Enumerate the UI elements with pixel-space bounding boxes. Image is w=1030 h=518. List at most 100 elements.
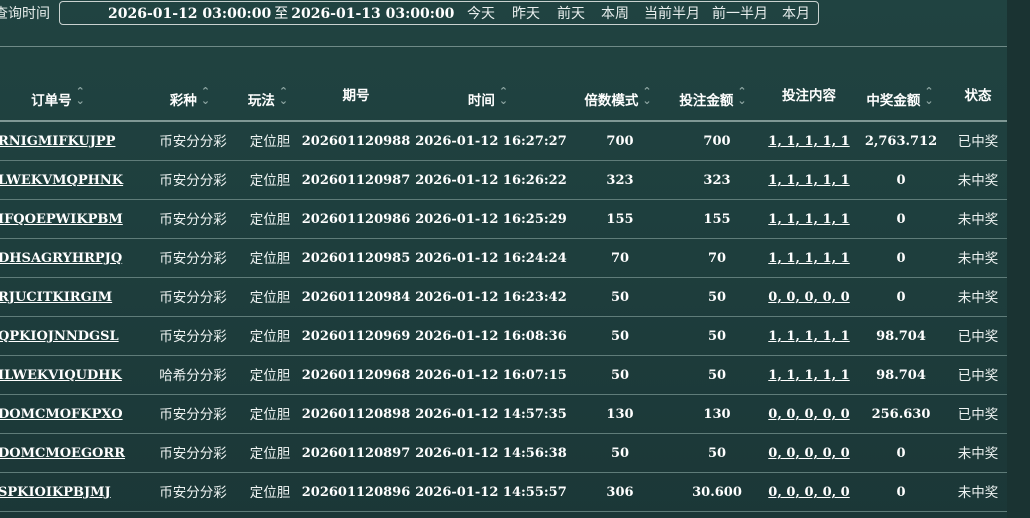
header-order-no[interactable]: 订单号⌃ ⌄ bbox=[31, 86, 85, 110]
order-no-link[interactable]: RNIGMIFKUJPP bbox=[0, 133, 115, 151]
multiple-cell: 50 bbox=[610, 368, 630, 383]
win-amount-cell: 98.704 bbox=[876, 329, 926, 344]
order-no-link[interactable]: DOMCMOFKPXO bbox=[0, 406, 123, 424]
header-label: 倍数模式 bbox=[584, 93, 639, 109]
bet-content-link[interactable]: 1, 1, 1, 1, 1 bbox=[768, 172, 849, 190]
issue-cell: 202601120988 bbox=[301, 134, 411, 149]
quick-today-button[interactable]: 今天 bbox=[467, 5, 495, 23]
quick-this-month-button[interactable]: 本月 bbox=[782, 5, 810, 23]
header-multiple[interactable]: 倍数模式⌃ ⌄ bbox=[584, 86, 651, 110]
multiple-cell: 306 bbox=[606, 485, 634, 500]
order-no-link[interactable]: IFQOEPWIKPBM bbox=[0, 211, 123, 229]
bet-content-link[interactable]: 0, 0, 0, 0, 0 bbox=[768, 406, 849, 424]
multiple-cell: 700 bbox=[606, 134, 634, 149]
bet-amount-cell: 70 bbox=[707, 251, 727, 266]
bet-content-link[interactable]: 0, 0, 0, 0, 0 bbox=[768, 289, 849, 307]
header-win-amount[interactable]: 中奖金额⌃ ⌄ bbox=[866, 86, 933, 110]
bet-content-link[interactable]: 0, 0, 0, 0, 0 bbox=[768, 484, 849, 502]
order-no-link[interactable]: QPKIOJNNDGSL bbox=[0, 328, 119, 346]
sort-icon[interactable]: ⌃ ⌄ bbox=[279, 86, 288, 106]
time-cell: 2026-01-12 16:24:24 bbox=[415, 251, 567, 266]
sort-icon[interactable]: ⌃ ⌄ bbox=[76, 86, 85, 106]
time-cell: 2026-01-12 14:55:57 bbox=[415, 485, 567, 500]
header-bet-content: 投注内容 bbox=[782, 87, 836, 105]
date-range-picker[interactable]: 2026-01-12 03:00:00 至 2026-01-13 03:00:00 … bbox=[59, 1, 819, 25]
sort-icon[interactable]: ⌃ ⌄ bbox=[737, 86, 746, 106]
bet-content-link[interactable]: 1, 1, 1, 1, 1 bbox=[768, 133, 849, 151]
header-bet-amount[interactable]: 投注金额⌃ ⌄ bbox=[679, 86, 746, 110]
table-row: DHSAGRYHRPJQ 币安分分彩 定位胆 202601120985 2026-01-… bbox=[0, 239, 1007, 278]
issue-cell: 202601120897 bbox=[301, 446, 411, 461]
multiple-cell: 323 bbox=[606, 173, 634, 188]
date-filter-toolbar: 查询时间 2026-01-12 03:00:00 至 2026-01-13 03:0… bbox=[0, 0, 1007, 47]
issue-cell: 202601120969 bbox=[301, 329, 411, 344]
lottery-cell: 哈希分分彩 bbox=[159, 368, 227, 384]
issue-cell: 202601120898 bbox=[301, 407, 411, 422]
bet-content-link[interactable]: 0, 0, 0, 0, 0 bbox=[768, 445, 849, 463]
quick-yesterday-button[interactable]: 昨天 bbox=[512, 5, 540, 23]
win-amount-cell: 0 bbox=[896, 290, 906, 305]
order-no-link[interactable]: SPKIOIKPBJMJ bbox=[0, 484, 111, 502]
issue-cell: 202601120984 bbox=[301, 290, 411, 305]
issue-cell: 202601120986 bbox=[301, 212, 411, 227]
date-end: 2026-01-13 03:00:00 bbox=[291, 6, 455, 22]
status-cell: 未中奖 bbox=[957, 446, 999, 462]
multiple-cell: 130 bbox=[606, 407, 634, 422]
play-cell: 定位胆 bbox=[249, 212, 291, 228]
header-lottery[interactable]: 彩种⌃ ⌄ bbox=[170, 86, 210, 110]
play-cell: 定位胆 bbox=[249, 173, 291, 189]
header-play[interactable]: 玩法⌃ ⌄ bbox=[248, 86, 288, 110]
header-label: 状态 bbox=[964, 88, 992, 104]
issue-cell: 202601120985 bbox=[301, 251, 411, 266]
play-cell: 定位胆 bbox=[249, 251, 291, 267]
sort-icon[interactable]: ⌃ ⌄ bbox=[642, 86, 651, 106]
bet-content-link[interactable]: 1, 1, 1, 1, 1 bbox=[768, 211, 849, 229]
multiple-cell: 50 bbox=[610, 446, 630, 461]
play-cell: 定位胆 bbox=[249, 290, 291, 306]
time-cell: 2026-01-12 16:26:22 bbox=[415, 173, 567, 188]
quick-current-half-month-button[interactable]: 当前半月 bbox=[644, 5, 700, 23]
sort-icon[interactable]: ⌃ ⌄ bbox=[201, 86, 210, 106]
time-cell: 2026-01-12 16:23:42 bbox=[415, 290, 567, 305]
header-issue: 期号 bbox=[343, 87, 370, 105]
header-status: 状态 bbox=[965, 87, 992, 105]
quick-day-before-button[interactable]: 前天 bbox=[557, 5, 585, 23]
play-cell: 定位胆 bbox=[249, 407, 291, 423]
bet-amount-cell: 323 bbox=[703, 173, 731, 188]
lottery-cell: 币安分分彩 bbox=[159, 173, 227, 189]
quick-previous-half-month-button[interactable]: 前一半月 bbox=[712, 5, 768, 23]
page-edge bbox=[1007, 0, 1030, 518]
multiple-cell: 50 bbox=[610, 290, 630, 305]
date-separator: 至 bbox=[274, 6, 289, 22]
header-label: 时间 bbox=[467, 93, 495, 109]
bet-amount-cell: 50 bbox=[707, 368, 727, 383]
order-no-link[interactable]: DOMCMOEGORR bbox=[0, 445, 125, 463]
win-amount-cell: 256.630 bbox=[871, 407, 931, 422]
sort-icon[interactable]: ⌃ ⌄ bbox=[499, 86, 508, 106]
order-no-link[interactable]: ILWEKVIQUDHK bbox=[0, 367, 122, 385]
date-range-text[interactable]: 2026-01-12 03:00:00 至 2026-01-13 03:00:00 bbox=[108, 5, 454, 23]
bet-content-link[interactable]: 1, 1, 1, 1, 1 bbox=[768, 367, 849, 385]
status-cell: 已中奖 bbox=[957, 134, 999, 150]
bet-content-link[interactable]: 1, 1, 1, 1, 1 bbox=[768, 250, 849, 268]
bet-records-panel: 查询时间 2026-01-12 03:00:00 至 2026-01-13 03:0… bbox=[0, 0, 1007, 518]
time-cell: 2026-01-12 16:07:15 bbox=[415, 368, 567, 383]
bet-amount-cell: 700 bbox=[703, 134, 731, 149]
header-label: 投注内容 bbox=[782, 88, 836, 104]
bet-amount-cell: 50 bbox=[707, 446, 727, 461]
time-cell: 2026-01-12 16:27:27 bbox=[415, 134, 567, 149]
order-no-link[interactable]: DHSAGRYHRPJQ bbox=[0, 250, 122, 268]
sort-icon[interactable]: ⌃ ⌄ bbox=[924, 86, 933, 106]
bet-content-link[interactable]: 1, 1, 1, 1, 1 bbox=[768, 328, 849, 346]
lottery-cell: 币安分分彩 bbox=[159, 134, 227, 150]
header-time[interactable]: 时间⌃ ⌄ bbox=[467, 86, 508, 110]
status-cell: 未中奖 bbox=[957, 173, 999, 189]
order-no-link[interactable]: LWEKVMQPHNK bbox=[0, 172, 123, 190]
order-no-link[interactable]: RJUCITKIRGIM bbox=[0, 289, 112, 307]
status-cell: 已中奖 bbox=[957, 329, 999, 345]
status-cell: 未中奖 bbox=[957, 212, 999, 228]
status-cell: 未中奖 bbox=[957, 251, 999, 267]
quick-this-week-button[interactable]: 本周 bbox=[601, 5, 629, 23]
bet-amount-cell: 30.600 bbox=[692, 485, 742, 500]
multiple-cell: 50 bbox=[610, 329, 630, 344]
